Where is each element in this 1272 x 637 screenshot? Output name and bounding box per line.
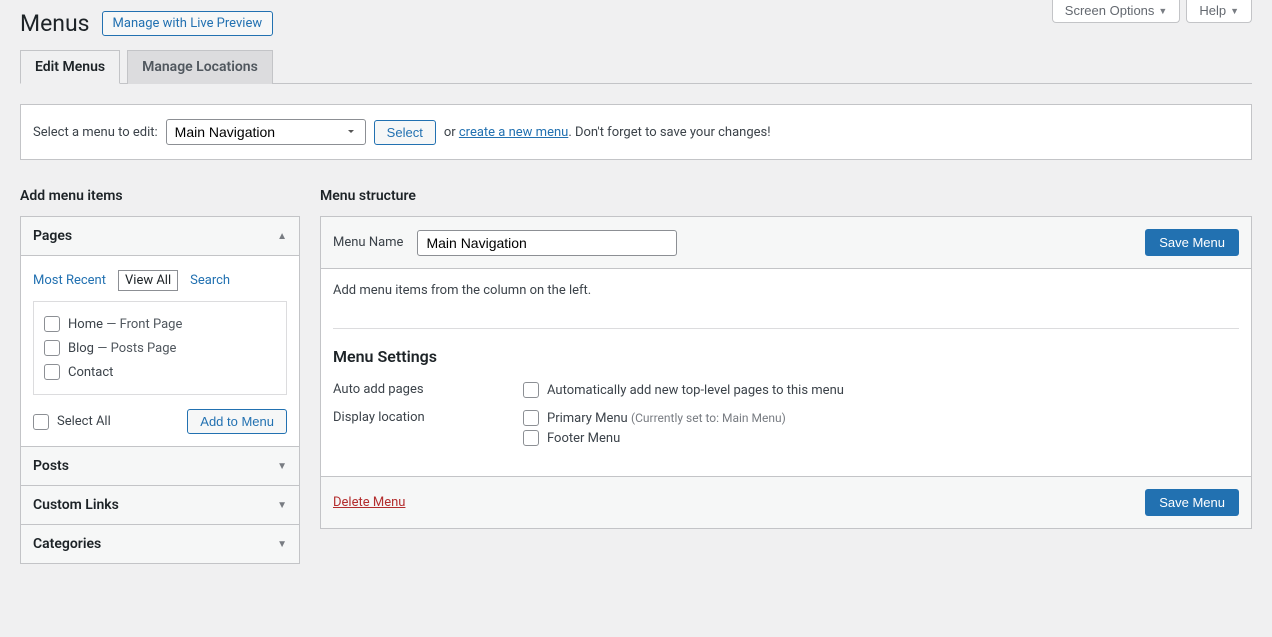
location-checkbox[interactable] (523, 430, 539, 446)
page-checkbox[interactable] (44, 340, 60, 356)
page-checkbox[interactable] (44, 316, 60, 332)
live-preview-button[interactable]: Manage with Live Preview (102, 11, 274, 36)
caret-up-icon: ▲ (277, 231, 287, 242)
page-list: Home — Front Page Blog — Posts Page Cont… (33, 301, 287, 395)
select-label: Select a menu to edit: (33, 125, 158, 140)
page-item[interactable]: Home — Front Page (44, 312, 276, 336)
save-menu-button-bottom[interactable]: Save Menu (1145, 489, 1239, 516)
caret-down-icon: ▼ (1230, 6, 1239, 16)
delete-menu-link[interactable]: Delete Menu (333, 495, 405, 510)
menu-structure-title: Menu structure (320, 188, 1252, 204)
tab-manage-locations[interactable]: Manage Locations (127, 50, 273, 84)
divider (333, 328, 1239, 329)
auto-add-checkbox[interactable] (523, 382, 539, 398)
auto-add-option[interactable]: Automatically add new top-level pages to… (523, 380, 844, 400)
screen-options-button[interactable]: Screen Options ▼ (1052, 0, 1181, 23)
location-primary[interactable]: Primary Menu (Currently set to: Main Men… (523, 408, 786, 428)
empty-hint: Add menu items from the column on the le… (333, 283, 1239, 298)
select-all-checkbox[interactable] (33, 414, 49, 430)
accordion-pages-label: Pages (33, 228, 72, 244)
caret-down-icon: ▼ (1158, 6, 1167, 16)
caret-down-icon: ▼ (277, 461, 287, 472)
accordion-pages-head[interactable]: Pages ▲ (21, 217, 299, 255)
page-title: Menus (20, 10, 90, 37)
menu-name-input[interactable] (417, 230, 677, 256)
page-item[interactable]: Contact (44, 360, 276, 384)
display-location-label: Display location (333, 408, 503, 425)
or-text: or create a new menu. Don't forget to sa… (444, 125, 771, 140)
auto-add-label: Auto add pages (333, 380, 503, 397)
nav-tabs: Edit Menus Manage Locations (20, 49, 1252, 84)
page-item[interactable]: Blog — Posts Page (44, 336, 276, 360)
menu-select-bar: Select a menu to edit: Main Navigation S… (20, 104, 1252, 160)
add-items-title: Add menu items (20, 188, 300, 204)
caret-down-icon: ▼ (277, 539, 287, 550)
accordion-custom-links-head[interactable]: Custom Links ▼ (21, 485, 299, 524)
screen-options-label: Screen Options (1065, 3, 1155, 18)
tab-edit-menus[interactable]: Edit Menus (20, 50, 120, 84)
help-button[interactable]: Help ▼ (1186, 0, 1252, 23)
add-to-menu-button[interactable]: Add to Menu (187, 409, 287, 434)
pages-tab-search[interactable]: Search (190, 273, 230, 288)
save-menu-button-top[interactable]: Save Menu (1145, 229, 1239, 256)
pages-tab-view-all[interactable]: View All (118, 270, 178, 291)
accordion: Pages ▲ Most Recent View All Search Home… (20, 216, 300, 564)
menu-name-label: Menu Name (333, 235, 403, 250)
location-footer[interactable]: Footer Menu (523, 428, 786, 448)
menu-settings-title: Menu Settings (333, 347, 1239, 366)
select-button[interactable]: Select (374, 120, 436, 145)
accordion-pages-body: Most Recent View All Search Home — Front… (21, 255, 299, 446)
menu-select[interactable]: Main Navigation (166, 119, 366, 145)
caret-down-icon: ▼ (277, 500, 287, 511)
pages-tab-recent[interactable]: Most Recent (33, 273, 106, 288)
select-all[interactable]: Select All (33, 414, 111, 430)
create-menu-link[interactable]: create a new menu (459, 125, 568, 140)
accordion-categories-head[interactable]: Categories ▼ (21, 524, 299, 563)
location-checkbox[interactable] (523, 410, 539, 426)
accordion-posts-head[interactable]: Posts ▼ (21, 446, 299, 485)
menu-box: Menu Name Save Menu Add menu items from … (320, 216, 1252, 529)
help-label: Help (1199, 3, 1226, 18)
page-checkbox[interactable] (44, 364, 60, 380)
